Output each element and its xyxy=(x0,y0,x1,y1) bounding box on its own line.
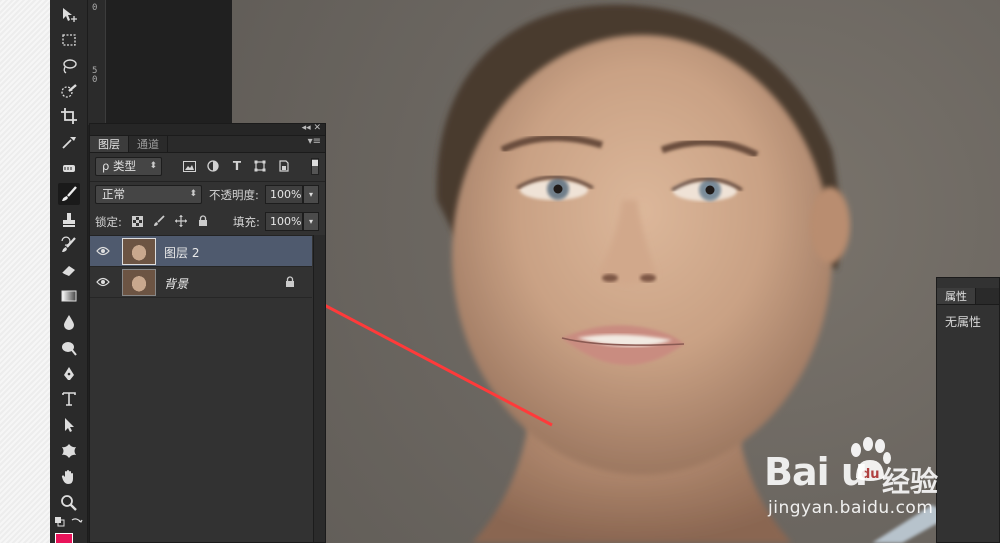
lock-position-move-icon[interactable] xyxy=(174,214,188,228)
lasso-tool-icon[interactable] xyxy=(58,55,80,77)
ruler-mark: 0 xyxy=(92,3,98,13)
layer-row[interactable]: 图层 2 xyxy=(90,236,312,267)
blend-row: 正常 ⬍ 不透明度: 100% ▾ xyxy=(90,182,325,208)
gradient-tool-icon[interactable] xyxy=(58,285,80,307)
chevron-updown-icon: ⬍ xyxy=(189,189,197,199)
layers-panel: ◂◂ ✕ 图层 通道 ▾≡ ρ 类型 ⬍ T 正常 ⬍ 不透明度: 100% ▾… xyxy=(89,123,326,543)
dodge-tool-icon[interactable] xyxy=(58,337,80,359)
hand-tool-icon[interactable] xyxy=(58,466,80,488)
tab-layers[interactable]: 图层 xyxy=(90,136,129,152)
marquee-tool-icon[interactable] xyxy=(58,29,80,51)
blur-tool-icon[interactable] xyxy=(58,311,80,333)
eye-icon[interactable] xyxy=(96,245,110,257)
stamp-tool-icon[interactable] xyxy=(58,209,80,231)
fill-label: 填充: xyxy=(233,215,260,229)
baidu-logo-text: Bai u xyxy=(764,450,868,494)
quick-select-tool-icon[interactable] xyxy=(58,80,80,102)
panel-titlebar[interactable]: ◂◂ ✕ xyxy=(90,123,325,136)
lock-pixels-brush-icon[interactable] xyxy=(152,214,166,228)
lock-label: 锁定: xyxy=(95,215,122,229)
filter-row: ρ 类型 ⬍ T xyxy=(90,154,325,180)
type-tool-icon[interactable] xyxy=(58,388,80,410)
foreground-color-swatch[interactable] xyxy=(55,533,73,543)
layer-name[interactable]: 图层 2 xyxy=(164,244,199,261)
tools-panel xyxy=(50,0,88,543)
lock-icon xyxy=(286,276,294,287)
opacity-input[interactable]: 100% xyxy=(265,185,303,204)
crop-tool-icon[interactable] xyxy=(58,105,80,127)
lock-transparency-icon[interactable] xyxy=(130,214,144,228)
brush-tool-icon[interactable] xyxy=(58,183,80,205)
tab-channels[interactable]: 通道 xyxy=(129,136,168,152)
panel-header-controls[interactable]: ◂◂ ✕ xyxy=(302,123,321,133)
layer-row[interactable]: 背景 xyxy=(90,267,312,298)
shape-tool-icon[interactable] xyxy=(58,440,80,462)
pen-tool-icon[interactable] xyxy=(58,363,80,385)
swap-colors-icon[interactable] xyxy=(70,516,84,528)
layer-thumbnail xyxy=(122,238,156,265)
filter-toggle-switch[interactable] xyxy=(311,158,319,175)
eye-icon[interactable] xyxy=(96,276,110,288)
zoom-tool-icon[interactable] xyxy=(58,492,80,514)
move-tool-icon[interactable] xyxy=(58,4,80,26)
healing-brush-tool-icon[interactable] xyxy=(58,157,80,179)
lock-row: 锁定: 填充: 100% ▾ xyxy=(90,209,325,235)
ruler-mark: 0 xyxy=(92,75,98,85)
opacity-label: 不透明度: xyxy=(209,188,259,202)
vertical-ruler: 0 5 0 xyxy=(88,0,106,125)
chevron-updown-icon: ⬍ xyxy=(149,161,157,171)
panel-tabs: 图层 通道 ▾≡ xyxy=(90,136,325,153)
pixel-filter-icon[interactable] xyxy=(182,159,196,173)
fill-dropdown-button[interactable]: ▾ xyxy=(303,212,319,231)
layer-name[interactable]: 背景 xyxy=(164,275,188,292)
tab-properties[interactable]: 属性 xyxy=(937,288,976,304)
panel-tabs: 属性 xyxy=(937,288,999,305)
watermark-url: jingyan.baidu.com xyxy=(768,498,934,518)
blend-mode-select[interactable]: 正常 ⬍ xyxy=(95,185,202,204)
eraser-tool-icon[interactable] xyxy=(58,259,80,281)
type-filter-icon[interactable]: T xyxy=(230,159,244,173)
adjustment-filter-icon[interactable] xyxy=(206,159,220,173)
smart-object-filter-icon[interactable] xyxy=(277,159,291,173)
opacity-dropdown-button[interactable]: ▾ xyxy=(303,185,319,204)
blend-mode-value: 正常 xyxy=(102,187,125,201)
eyedropper-tool-icon[interactable] xyxy=(58,131,80,153)
fill-input[interactable]: 100% xyxy=(265,212,303,231)
lock-all-icon[interactable] xyxy=(196,214,210,228)
default-colors-icon[interactable] xyxy=(54,516,68,528)
path-select-tool-icon[interactable] xyxy=(58,414,80,436)
baidu-jingyan-watermark: du Bai u 经验 jingyan.baidu.com xyxy=(764,436,984,526)
panel-menu-icon[interactable]: ▾≡ xyxy=(308,136,325,152)
left-gutter xyxy=(0,0,50,543)
filter-type-select[interactable]: ρ 类型 ⬍ xyxy=(95,157,162,176)
layers-scrollbar[interactable] xyxy=(313,235,325,542)
history-brush-tool-icon[interactable] xyxy=(58,234,80,256)
filter-type-label: ρ 类型 xyxy=(102,159,136,173)
jingyan-text: 经验 xyxy=(882,465,939,498)
properties-content: 无属性 xyxy=(945,315,982,329)
layer-thumbnail xyxy=(122,269,156,296)
shape-filter-icon[interactable] xyxy=(253,159,267,173)
